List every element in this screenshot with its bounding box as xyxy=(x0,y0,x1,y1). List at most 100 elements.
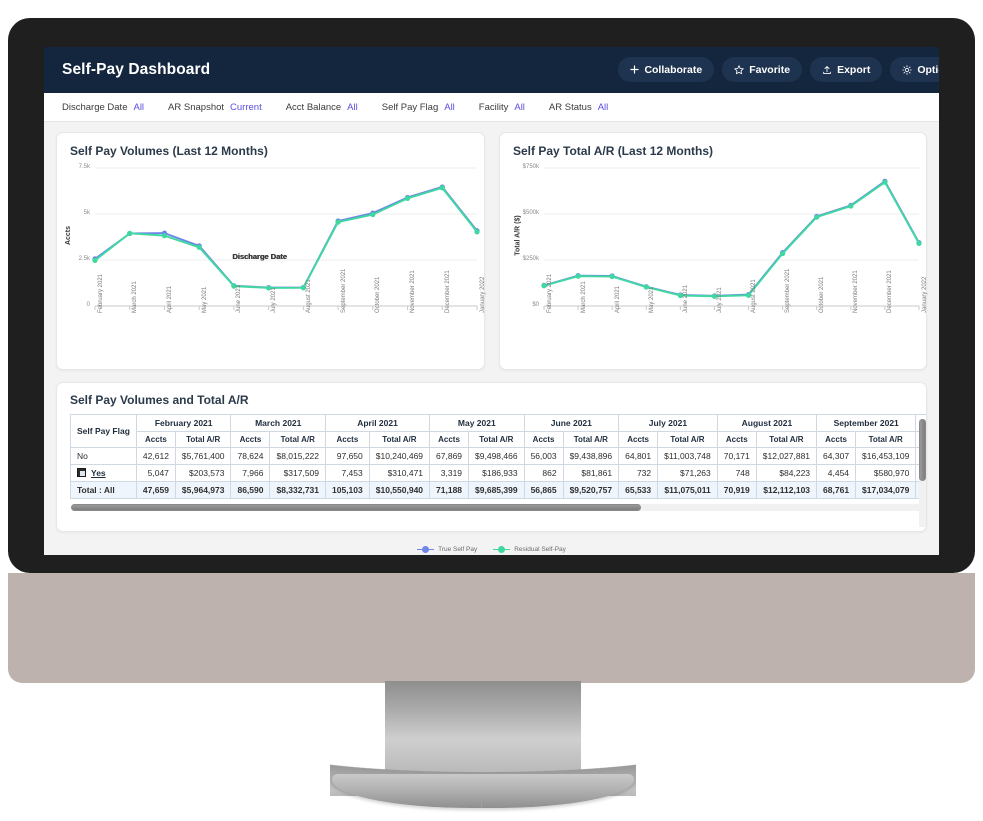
options-button[interactable]: Options xyxy=(890,57,939,82)
column-header-month: June 2021 xyxy=(523,414,620,432)
table-row: No 42,612 $5,761,400 78,624 $8,015,222 97,650… xyxy=(70,447,926,465)
monitor-chin xyxy=(8,573,975,683)
column-header-month: September 2021 xyxy=(816,414,917,432)
table-title: Self Pay Volumes and Total A/R xyxy=(70,393,249,407)
column-subheader: Accts xyxy=(135,431,176,448)
cell-total-ar: $8,332,731 xyxy=(269,481,327,499)
legend-item[interactable]: True Self Pay xyxy=(417,546,477,553)
filter-label: AR Status xyxy=(548,101,592,113)
y-axis-tick: 5k xyxy=(83,210,90,216)
y-axis-tick: 0 xyxy=(86,302,90,308)
x-axis-tick: February 2021 xyxy=(546,273,553,313)
row-label[interactable]: Yes xyxy=(91,468,106,478)
legend-item[interactable]: Residual Self-Pay xyxy=(493,546,566,553)
x-axis-tick: August 2021 xyxy=(305,279,312,313)
expand-icon[interactable] xyxy=(77,468,86,477)
cell-total-ar: $11,075,011 xyxy=(657,481,718,499)
cell-accts: 64,307 xyxy=(816,447,857,465)
filter-value[interactable]: All xyxy=(133,102,144,113)
vertical-scrollbar-thumb[interactable] xyxy=(919,419,926,481)
column-subheader: Accts xyxy=(618,431,659,448)
options-label: Options xyxy=(917,63,939,76)
x-axis-tick: March 2021 xyxy=(580,281,587,313)
horizontal-scrollbar-thumb[interactable] xyxy=(71,504,641,511)
x-axis-tick: October 2021 xyxy=(375,276,382,313)
data-point xyxy=(404,195,411,201)
table-subheader-row: Accts Total A/R Accts Total A/R Accts Total A… xyxy=(71,431,926,448)
collaborate-button[interactable]: Collaborate xyxy=(618,57,715,82)
column-subheader: Accts xyxy=(325,431,370,448)
filter-discharge-date[interactable]: Discharge Date All xyxy=(62,102,144,113)
cell-total-ar: $317,509 xyxy=(269,464,327,482)
cell-accts: 56,003 xyxy=(523,447,564,465)
y-axis-tick: 7.5k xyxy=(78,164,90,170)
row-label-cell: Total : All xyxy=(70,481,137,499)
filter-value[interactable]: All xyxy=(347,102,358,113)
filter-acct-balance[interactable]: Acct Balance All xyxy=(286,102,358,113)
filter-self-pay-flag[interactable]: Self Pay Flag All xyxy=(382,102,455,113)
filter-value[interactable]: Current xyxy=(230,102,262,113)
chart-card-self-pay-volumes: Self Pay Volumes (Last 12 Months) 0 2.5k 5… xyxy=(56,132,486,370)
column-subheader: Total A/R xyxy=(755,431,818,448)
cell-total-ar: $16,453,109 xyxy=(855,447,917,465)
cell-accts: 56,865 xyxy=(523,481,564,499)
horizontal-scrollbar[interactable] xyxy=(71,504,926,511)
filter-ar-status[interactable]: AR Status All xyxy=(549,102,608,113)
favorite-button[interactable]: Favorite xyxy=(722,57,803,82)
column-subheader: Total A/R xyxy=(269,431,327,448)
x-axis-tick: July 2021 xyxy=(271,287,278,313)
column-subheader: Total A/R xyxy=(468,431,525,448)
cell-accts: 7,453 xyxy=(325,464,370,482)
column-subheader: Accts xyxy=(230,431,271,448)
cell-total-ar: $203,573 xyxy=(174,464,232,482)
filter-ar-snapshot[interactable]: AR Snapshot Current xyxy=(168,102,262,113)
cell-accts: 42,612 xyxy=(135,447,176,465)
x-axis-tick: July 2021 xyxy=(716,287,723,313)
collaborate-label: Collaborate xyxy=(644,63,703,76)
x-axis-tick: December 2021 xyxy=(444,270,451,313)
column-header-month: April 2021 xyxy=(325,414,431,432)
filter-label: Discharge Date xyxy=(62,101,128,113)
filter-value[interactable]: All xyxy=(514,102,525,113)
column-header-self-pay-flag: Self Pay Flag xyxy=(70,414,137,448)
plus-icon xyxy=(630,65,640,74)
monitor-stand-base xyxy=(332,774,634,808)
series-line xyxy=(543,181,920,298)
column-subheader: Accts xyxy=(716,431,757,448)
filter-value[interactable]: All xyxy=(444,102,455,113)
data-point xyxy=(780,250,786,257)
x-axis-tick: May 2021 xyxy=(648,286,655,313)
dashboard-canvas: Self Pay Volumes (Last 12 Months) 0 2.5k 5… xyxy=(44,122,939,553)
x-axis-tick: January 2022 xyxy=(921,276,928,313)
y-axis-tick: $750k xyxy=(522,164,539,170)
x-axis-tick: November 2021 xyxy=(410,270,417,313)
cell-total-ar: $9,498,466 xyxy=(468,447,525,465)
y-axis-tick: $0 xyxy=(532,302,539,308)
cell-total-ar: $12,112,103 xyxy=(755,481,818,499)
export-label: Export xyxy=(837,63,871,76)
chart-title-volumes: Self Pay Volumes (Last 12 Months) xyxy=(70,144,268,158)
table-scroll-area[interactable]: Self Pay Flag February 2021 March 2021 Apri… xyxy=(70,414,926,499)
series-line xyxy=(94,186,478,289)
cell-accts: 86,590 xyxy=(230,481,271,499)
column-header-month: July 2021 xyxy=(618,414,718,432)
data-point xyxy=(474,229,480,235)
column-subheader: Accts xyxy=(429,431,470,448)
cell-total-ar: $9,438,896 xyxy=(562,447,620,465)
filter-facility[interactable]: Facility All xyxy=(479,102,525,113)
column-header-month: February 2021 xyxy=(135,414,232,432)
export-button[interactable]: Export xyxy=(810,57,883,82)
filter-label: AR Snapshot xyxy=(168,101,225,113)
cell-total-ar: $5,761,400 xyxy=(174,447,232,465)
filter-value[interactable]: All xyxy=(598,102,609,113)
cell-total-ar: $186,933 xyxy=(468,464,525,482)
x-axis-tick: August 2021 xyxy=(751,279,758,313)
chart-legend: True Self Pay Residual Self-Pay xyxy=(44,546,939,553)
cell-accts: 97,650 xyxy=(325,447,370,465)
vertical-scrollbar[interactable] xyxy=(919,419,926,527)
cell-total-ar: $9,520,757 xyxy=(562,481,620,499)
data-point xyxy=(609,273,615,280)
column-header-month: May 2021 xyxy=(429,414,525,432)
cell-total-ar: $8,015,222 xyxy=(269,447,327,465)
row-label-cell[interactable]: Yes xyxy=(70,464,137,482)
